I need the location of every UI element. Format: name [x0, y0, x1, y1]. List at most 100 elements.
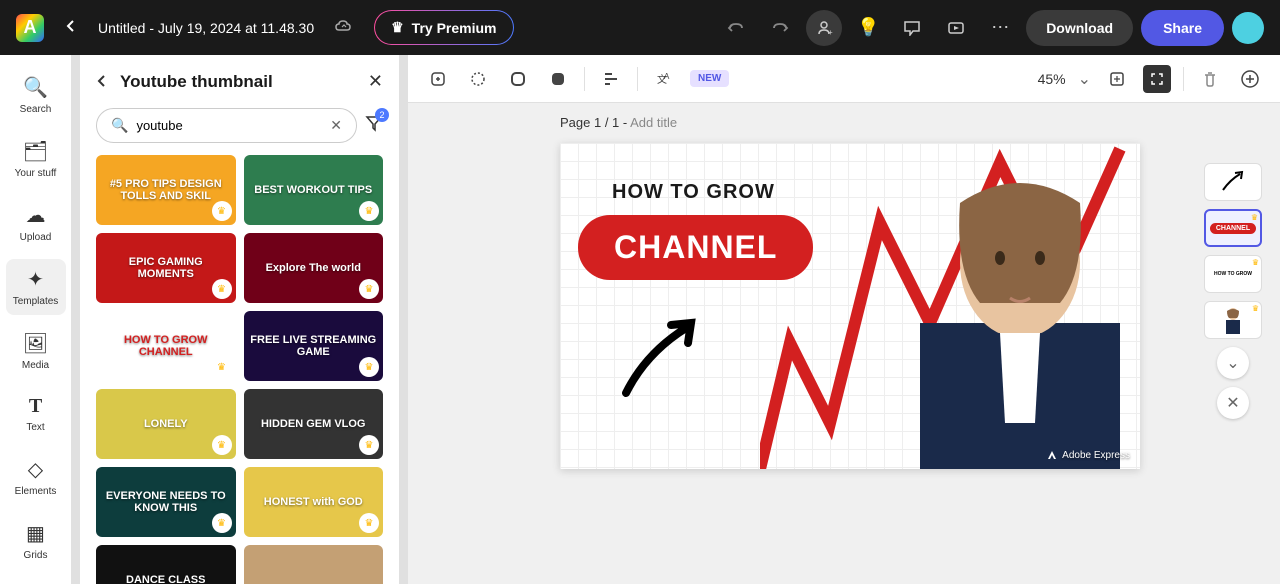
add-page-icon[interactable] [1236, 65, 1264, 93]
search-icon: 🔍 [111, 117, 128, 134]
premium-badge-icon: ♛ [212, 435, 232, 455]
premium-badge-icon: ♛ [212, 201, 232, 221]
premium-badge-icon: ♛ [359, 201, 379, 221]
canvas-toolbar: 文A NEW 45% ⌄ [408, 55, 1280, 103]
top-bar: A Untitled - July 19, 2024 at 11.48.30 ♛… [0, 0, 1280, 55]
panel-close-button[interactable]: ✕ [368, 71, 383, 92]
premium-badge-icon: ♛ [1251, 213, 1258, 222]
invite-button[interactable]: + [806, 10, 842, 46]
channel-badge[interactable]: CHANNEL [578, 215, 813, 280]
premium-badge-icon: ♛ [359, 513, 379, 533]
shape-outline-icon[interactable] [504, 65, 532, 93]
template-card[interactable]: BEST WORKOUT TIPS♛ [244, 155, 384, 225]
shape-fill-icon[interactable] [544, 65, 572, 93]
premium-badge-icon: ♛ [359, 279, 379, 299]
template-card[interactable]: HIDDEN GEM VLOG♛ [244, 389, 384, 459]
user-avatar[interactable] [1232, 12, 1264, 44]
upload-icon: ☁ [26, 203, 46, 228]
rail-grids[interactable]: ▦Grids [6, 513, 66, 569]
cloud-sync-icon[interactable] [334, 18, 354, 37]
try-premium-button[interactable]: ♛ Try Premium [374, 10, 513, 45]
redo-button[interactable] [762, 10, 798, 46]
template-search-input[interactable] [136, 118, 322, 133]
arrow-graphic[interactable] [616, 313, 706, 403]
svg-text:A: A [664, 72, 670, 81]
zoom-level[interactable]: 45% [1038, 71, 1066, 87]
text-icon: T [29, 395, 42, 418]
design-canvas[interactable]: HOW TO GROW CHANNEL [560, 143, 1140, 469]
fit-icon[interactable] [1103, 65, 1131, 93]
panel-scrollbar[interactable] [400, 55, 408, 584]
template-card[interactable]: HONEST with GOD♛ [244, 467, 384, 537]
rail-scrollbar[interactable] [72, 55, 80, 584]
layer-arrow[interactable] [1204, 163, 1262, 201]
watermark: Adobe Express [1046, 449, 1130, 461]
layers-panel: CHANNEL♛ HOW TO GROW♛ ♛ ⌄ ✕ [1204, 163, 1262, 419]
premium-badge-icon: ♛ [212, 279, 232, 299]
template-card[interactable]: ♛ [244, 545, 384, 584]
premium-badge-icon: ♛ [359, 435, 379, 455]
rail-elements[interactable]: ◇Elements [6, 449, 66, 505]
back-button[interactable] [56, 13, 86, 42]
panel-title: Youtube thumbnail [120, 72, 356, 92]
share-button[interactable]: Share [1141, 10, 1224, 46]
template-card[interactable]: EVERYONE NEEDS TO KNOW THIS♛ [96, 467, 236, 537]
template-card[interactable]: Explore The world♛ [244, 233, 384, 303]
download-button[interactable]: Download [1026, 10, 1133, 46]
premium-badge-icon: ♛ [359, 357, 379, 377]
rail-upload[interactable]: ☁Upload [6, 195, 66, 251]
delete-icon[interactable] [1196, 65, 1224, 93]
rail-search[interactable]: 🔍Search [6, 67, 66, 123]
template-card[interactable]: LONELY♛ [96, 389, 236, 459]
how-to-grow-text[interactable]: HOW TO GROW [612, 181, 775, 204]
template-grid: #5 PRO TIPS DESIGN TOLLS AND SKIL♛BEST W… [80, 155, 399, 584]
translate-icon[interactable]: 文A [650, 65, 678, 93]
media-icon: 🖼 [23, 331, 48, 356]
page-info: Page 1 / 1 - Add title [560, 115, 677, 130]
template-card[interactable]: #5 PRO TIPS DESIGN TOLLS AND SKIL♛ [96, 155, 236, 225]
elements-icon: ◇ [28, 457, 43, 482]
folder-icon: 🗂 [23, 139, 48, 164]
more-icon[interactable]: ⋯ [982, 10, 1018, 46]
template-card[interactable]: DANCE CLASS♛ [96, 545, 236, 584]
svg-text:+: + [828, 28, 833, 37]
app-logo[interactable]: A [16, 14, 44, 42]
effects-icon[interactable] [464, 65, 492, 93]
present-icon[interactable] [938, 10, 974, 46]
rail-media[interactable]: 🖼Media [6, 323, 66, 379]
templates-icon: ✦ [27, 267, 44, 292]
template-card[interactable]: FREE LIVE STREAMING GAME♛ [244, 311, 384, 381]
rail-your-stuff[interactable]: 🗂Your stuff [6, 131, 66, 187]
crown-icon: ♛ [391, 19, 404, 36]
resize-icon[interactable] [1143, 65, 1171, 93]
align-icon[interactable] [597, 65, 625, 93]
crop-icon[interactable] [424, 65, 452, 93]
panel-back-button[interactable] [96, 71, 108, 92]
grids-icon: ▦ [26, 521, 45, 546]
zoom-dropdown[interactable]: ⌄ [1078, 69, 1091, 89]
layers-expand-button[interactable]: ⌄ [1217, 347, 1249, 379]
layer-how-to-grow[interactable]: HOW TO GROW♛ [1204, 255, 1262, 293]
template-card[interactable]: EPIC GAMING MOMENTS♛ [96, 233, 236, 303]
layer-person[interactable]: ♛ [1204, 301, 1262, 339]
premium-badge-icon: ♛ [1252, 304, 1259, 313]
add-title-placeholder[interactable]: Add title [630, 115, 677, 130]
premium-badge-icon: ♛ [1252, 258, 1259, 267]
template-card[interactable]: HOW TO GROW CHANNEL♛ [96, 311, 236, 381]
comment-icon[interactable] [894, 10, 930, 46]
person-image[interactable] [860, 143, 1140, 469]
rail-templates[interactable]: ✦Templates [6, 259, 66, 315]
document-title[interactable]: Untitled - July 19, 2024 at 11.48.30 [98, 20, 314, 36]
undo-button[interactable] [718, 10, 754, 46]
canvas-body[interactable]: Page 1 / 1 - Add title HOW TO GROW CHANN… [408, 103, 1280, 584]
canvas-area: 文A NEW 45% ⌄ Page 1 / 1 - Add title HOW … [408, 55, 1280, 584]
lightbulb-icon[interactable]: 💡 [850, 10, 886, 46]
layer-channel[interactable]: CHANNEL♛ [1204, 209, 1262, 247]
layers-close-button[interactable]: ✕ [1217, 387, 1249, 419]
rail-text[interactable]: TText [6, 387, 66, 441]
search-clear-button[interactable]: ✕ [330, 117, 342, 134]
template-search-box[interactable]: 🔍 ✕ [96, 108, 357, 143]
filter-button[interactable]: 2 [365, 114, 383, 137]
left-rail: 🔍Search 🗂Your stuff ☁Upload ✦Templates 🖼… [0, 55, 72, 584]
premium-badge-icon: ♛ [212, 357, 232, 377]
